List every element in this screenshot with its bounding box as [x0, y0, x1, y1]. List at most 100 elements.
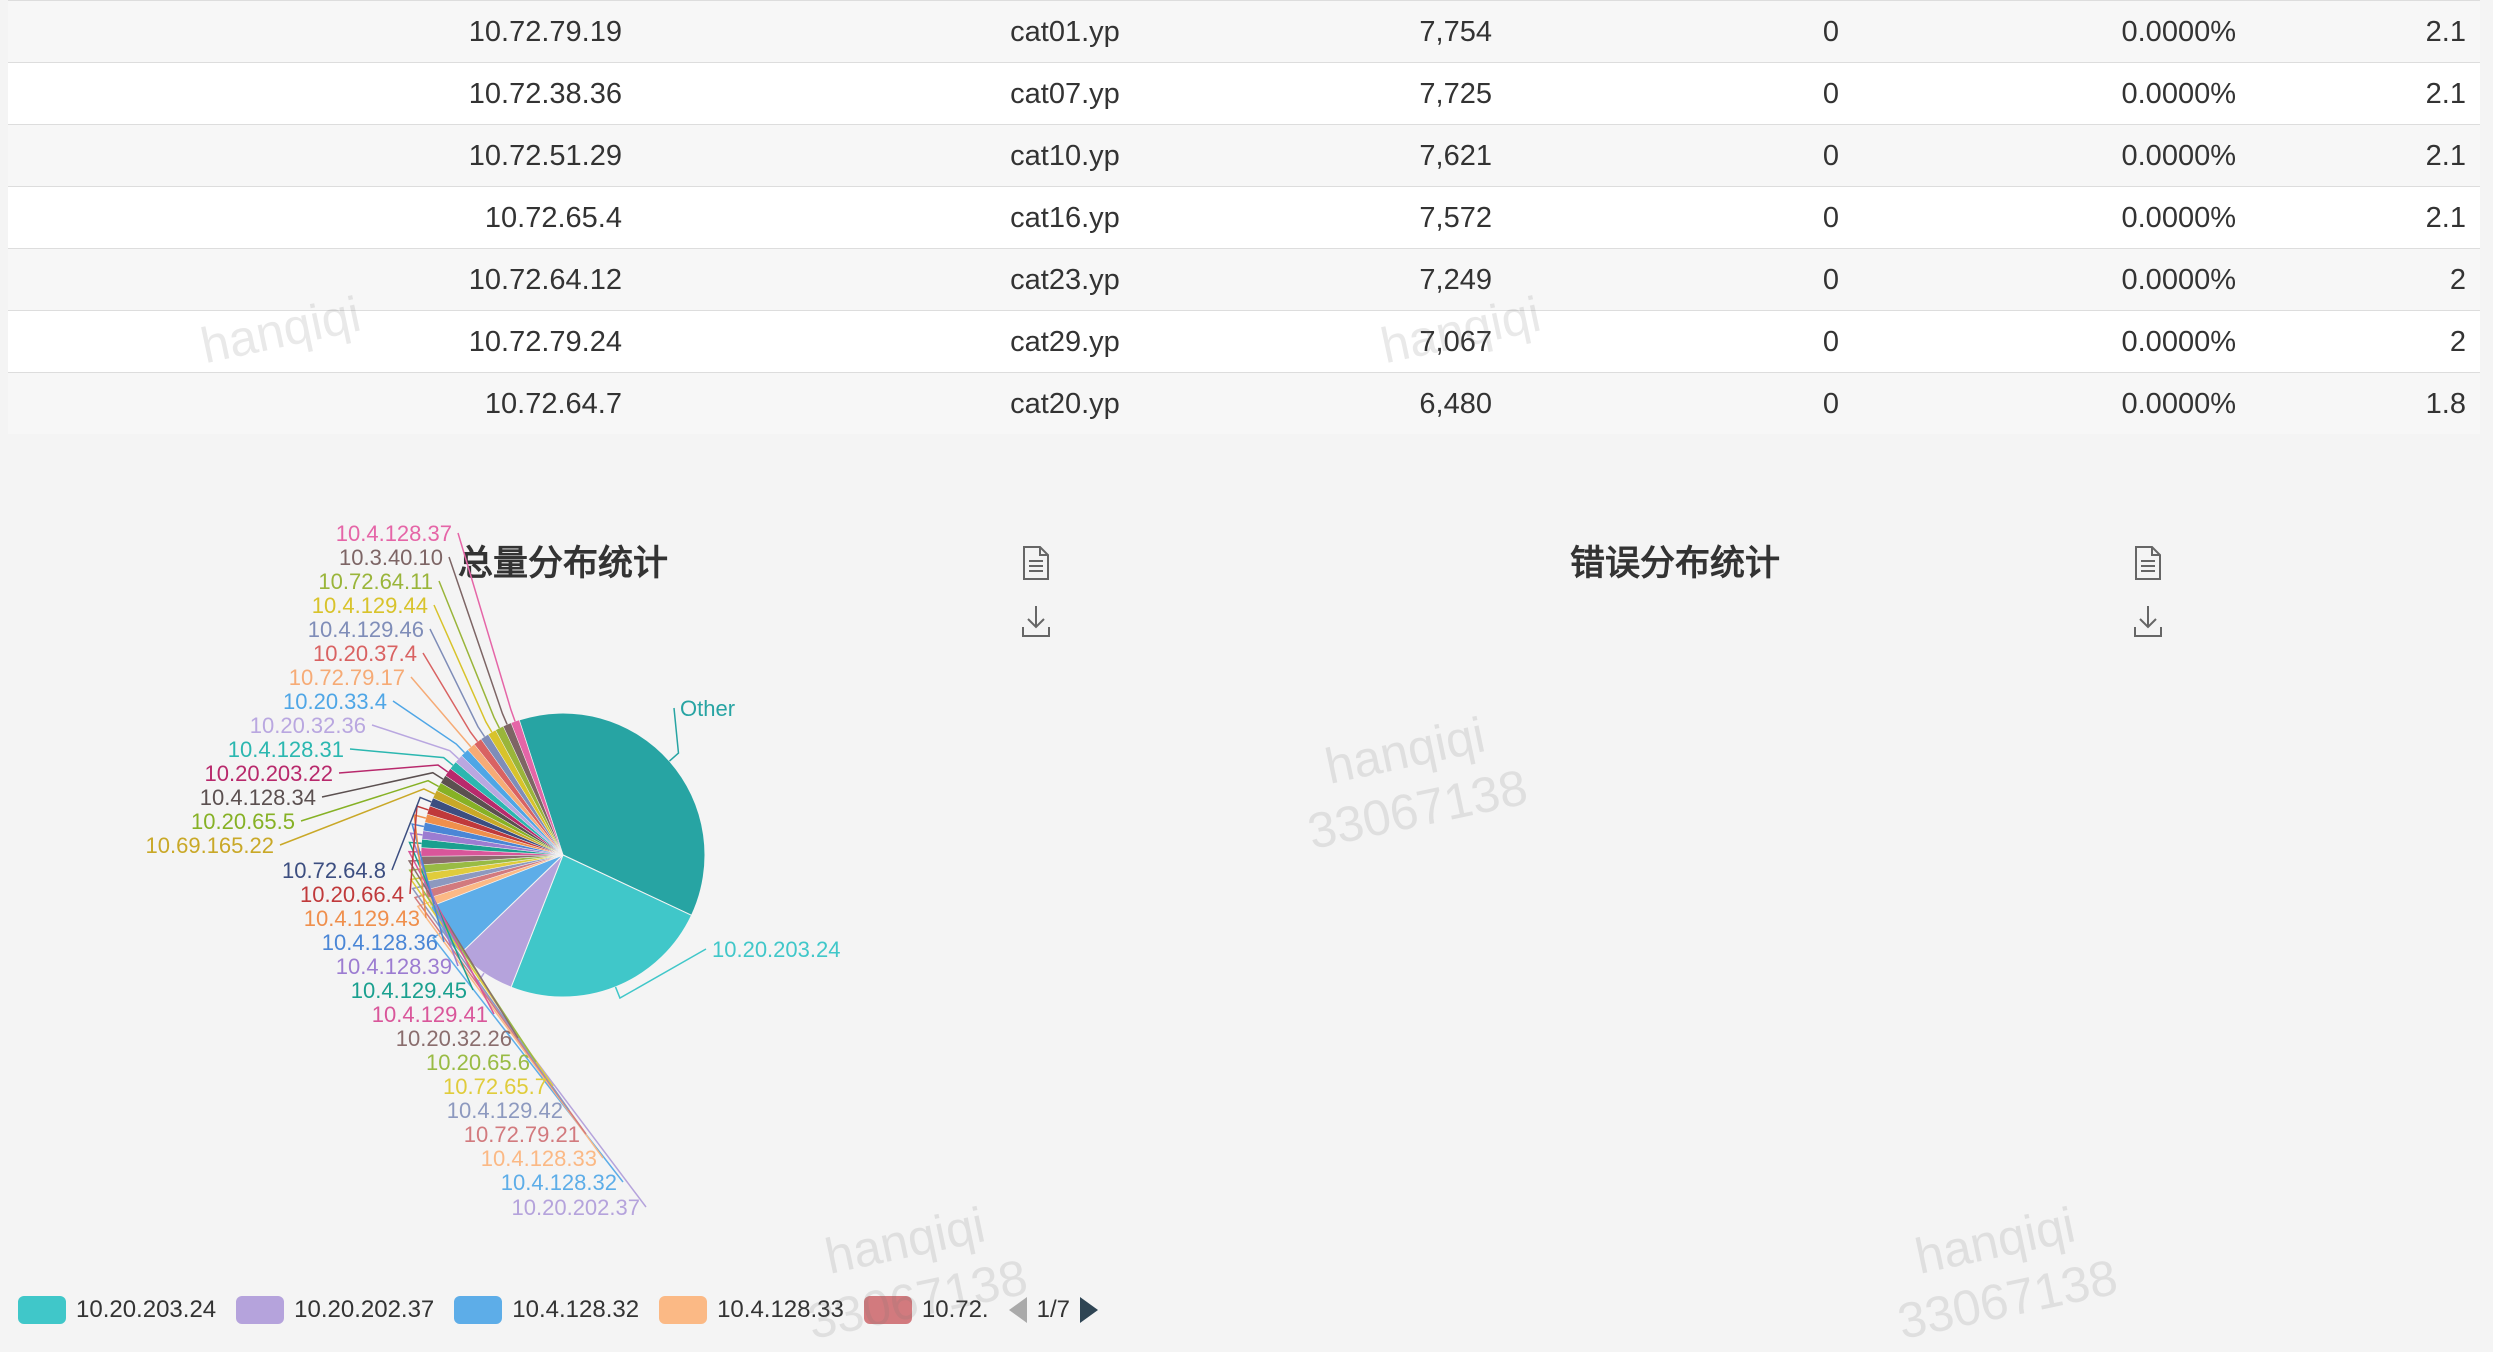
qps-cell: 2	[2449, 326, 2466, 358]
hostname-cell: cat23.yp	[1010, 264, 1120, 296]
pie-slice-label: 10.72.64.8	[282, 858, 386, 883]
legend-next-icon[interactable]	[1079, 1297, 1098, 1323]
hostname-cell: cat29.yp	[1010, 326, 1120, 358]
table-row: 10.72.38.36 cat07.yp 7,725 0 0.0000% 2.1	[8, 62, 2480, 124]
total-distribution-pie-chart[interactable]: Other 10.20.203.24 10.20.202.3710.4.128.32…	[0, 500, 1000, 1260]
total-count-cell: 7,249	[1419, 264, 1492, 296]
legend-item[interactable]: 10.20.202.37	[236, 1296, 434, 1324]
total-count-cell: 7,621	[1419, 140, 1492, 172]
failure-percent-cell: 0.0000%	[2121, 140, 2237, 172]
watermark: hanqiqi 33067138	[1892, 1196, 2123, 1350]
failure-percent-cell: 0.0000%	[2121, 16, 2237, 48]
pie-slice-label: 10.20.203.22	[205, 761, 333, 786]
legend-item[interactable]: 10.20.203.24	[18, 1296, 216, 1324]
label-leader-line	[321, 771, 444, 798]
legend-label: 10.72.	[921, 1296, 989, 1323]
pie-slice-label: 10.20.65.5	[191, 809, 295, 834]
legend-label: 10.20.203.24	[76, 1296, 217, 1323]
table-row: 10.72.65.4 cat16.yp 7,572 0 0.0000% 2.1	[8, 186, 2480, 248]
label-leader-line	[371, 724, 460, 760]
pie-slice-label: 10.4.128.36	[322, 930, 438, 955]
pie-slice-label: 10.20.202.37	[512, 1195, 640, 1220]
failure-count-cell: 0	[1822, 264, 1840, 296]
pie-slice-label: 10.4.129.46	[308, 617, 424, 642]
ip-cell: 10.72.64.7	[484, 388, 622, 420]
pie-slice-label: 10.20.66.4	[300, 882, 404, 907]
download-icon[interactable]	[1020, 603, 1052, 639]
label-leader-line	[410, 676, 472, 748]
ip-cell: 10.72.65.4	[484, 202, 622, 234]
legend-item[interactable]: 10.4.128.32	[454, 1296, 639, 1324]
pie-slice-label: Other	[680, 696, 735, 721]
legend-swatch	[18, 1296, 66, 1324]
pie-slice-label: 10.20.65.6	[426, 1050, 530, 1075]
table-row: 10.72.79.19 cat01.yp 7,754 0 0.0000% 2.1	[8, 0, 2480, 62]
document-icon[interactable]	[1020, 545, 1052, 581]
legend-label: 10.4.128.33	[717, 1296, 844, 1323]
table-row: 10.72.64.7 cat20.yp 6,480 0 0.0000% 1.8	[8, 372, 2480, 434]
label-leader-line	[438, 580, 501, 729]
table-row: 10.72.64.12 cat23.yp 7,249 0 0.0000% 2	[8, 248, 2480, 310]
failure-percent-cell: 0.0000%	[2121, 264, 2237, 296]
label-leader-line	[448, 556, 508, 725]
ip-cell: 10.72.64.12	[468, 264, 622, 296]
hostname-cell: cat10.yp	[1010, 140, 1120, 172]
pie-slice-label: 10.4.129.45	[351, 978, 467, 1003]
error-distribution-title: 错误分布统计	[1570, 544, 1781, 584]
legend-label: 10.4.128.32	[512, 1296, 640, 1323]
failure-count-cell: 0	[1822, 16, 1840, 48]
ip-cell: 10.72.79.19	[468, 16, 622, 48]
label-leader-line	[422, 652, 479, 743]
table-row: 10.72.79.24 cat29.yp 7,067 0 0.0000% 2	[8, 310, 2480, 372]
distribution-table: 10.72.79.19 cat01.yp 7,754 0 0.0000% 2.1 10.72…	[8, 0, 2480, 434]
ip-cell: 10.72.51.29	[468, 140, 622, 172]
failure-count-cell: 0	[1822, 326, 1840, 358]
pie-slice-label: 10.20.203.24	[712, 937, 840, 962]
pie-slice-label: 10.4.128.31	[228, 737, 344, 762]
qps-cell: 2	[2449, 264, 2466, 296]
legend-page-indicator: 1/7	[1036, 1296, 1070, 1323]
failure-count-cell: 0	[1822, 388, 1840, 420]
label-leader-line	[429, 628, 486, 738]
qps-cell: 2.1	[2425, 16, 2466, 48]
legend-swatch	[236, 1296, 285, 1324]
failure-percent-cell: 0.0000%	[2121, 78, 2237, 110]
document-icon[interactable]	[2132, 545, 2164, 581]
legend-swatch	[863, 1296, 912, 1324]
pie-slice-label: 10.72.64.11	[318, 569, 433, 594]
pie-slice-label: 10.20.37.4	[313, 641, 417, 666]
failure-count-cell: 0	[1822, 140, 1840, 172]
pie-slice-label: 10.4.129.42	[447, 1098, 563, 1123]
hostname-cell: cat01.yp	[1010, 16, 1120, 48]
qps-cell: 2.1	[2425, 140, 2466, 172]
failure-percent-cell: 0.0000%	[2121, 202, 2237, 234]
legend-item[interactable]: 10.72.	[863, 1296, 989, 1324]
qps-cell: 1.8	[2425, 388, 2466, 420]
pie-slice-label: 10.20.32.36	[250, 713, 366, 738]
legend-prev-icon[interactable]	[1008, 1297, 1027, 1323]
table-row: 10.72.51.29 cat10.yp 7,621 0 0.0000% 2.1	[8, 124, 2480, 186]
pie-slice-label: 10.4.128.32	[501, 1170, 617, 1195]
qps-cell: 2.1	[2425, 202, 2466, 234]
total-count-cell: 7,572	[1419, 202, 1492, 234]
chart-legend: 10.20.203.24 10.20.202.37 10.4.128.32 10.4.…	[18, 1290, 1098, 1330]
failure-count-cell: 0	[1822, 78, 1840, 110]
hostname-cell: cat07.yp	[1010, 78, 1120, 110]
label-leader-line	[338, 764, 449, 774]
pie-slice-label: 10.20.33.4	[283, 689, 387, 714]
legend-pager: 1/7	[1008, 1296, 1098, 1324]
pie-slice-label: 10.20.32.26	[396, 1026, 512, 1051]
pie-slice-label: 10.72.65.7	[443, 1074, 547, 1099]
failure-count-cell: 0	[1822, 202, 1840, 234]
label-leader-line	[349, 748, 454, 766]
legend-item[interactable]: 10.4.128.33	[659, 1296, 844, 1324]
failure-percent-cell: 0.0000%	[2121, 326, 2237, 358]
pie-slice-label: 10.4.129.44	[312, 593, 428, 618]
legend-swatch	[454, 1296, 503, 1324]
watermark: hanqiqi 33067138	[1302, 706, 1533, 860]
download-icon[interactable]	[2132, 603, 2164, 639]
pie-slice-label: 10.72.79.21	[464, 1122, 580, 1147]
total-count-cell: 7,067	[1419, 326, 1492, 358]
pie-slice-label: 10.4.128.37	[336, 521, 452, 546]
pie-slice-label: 10.4.128.34	[200, 785, 316, 810]
